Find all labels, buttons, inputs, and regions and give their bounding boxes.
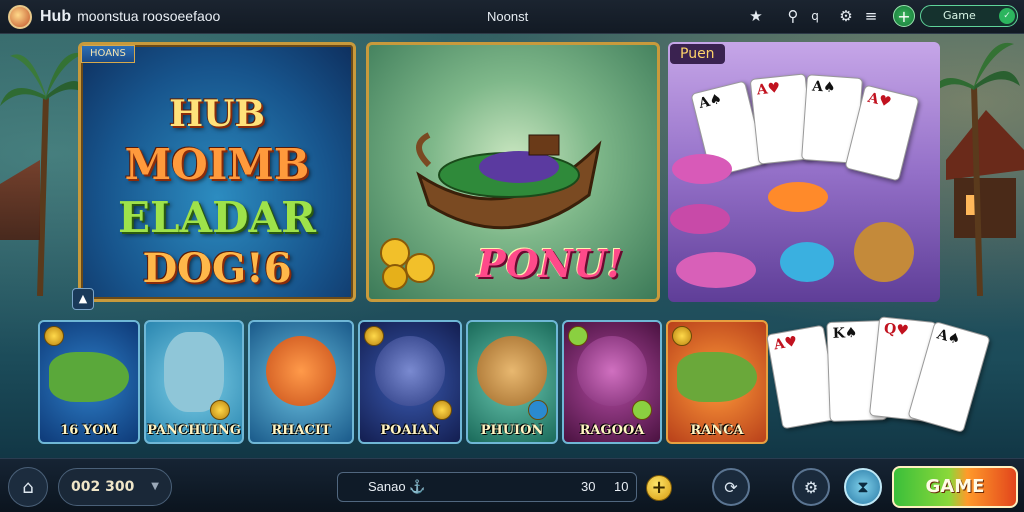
home-icon[interactable]: ⌂ [8,467,48,507]
game-tile-label: PANCHUING [147,423,241,438]
balance-value: 002 300 [71,479,135,495]
fish-icon [672,154,732,184]
chevron-down-icon: ▼ [151,481,159,492]
fish-icon [768,182,828,212]
fish-icon [677,352,757,402]
fish-icon [676,252,756,288]
fish-icon [780,242,834,282]
banner-line-4: DOG!6 [142,245,292,292]
cards-tag: Puen [670,44,725,64]
balance-select[interactable]: 002 300 ▼ [58,468,172,506]
page-title: Noonst [487,9,529,24]
menu-icon[interactable]: ≡ [860,5,882,27]
banner-line-1: HUB [169,93,265,135]
app-subtitle: moonstua roosoeefaoo [77,8,221,24]
featured-banner[interactable]: HOANS HUB MOIMB ELADAR DOG!6 [78,42,356,302]
game-tile-label: RAGOOA [579,423,645,438]
badge-icon [44,326,64,346]
game-toggle-label: Game [943,9,976,22]
coin-icon [210,400,230,420]
game-tile-label: RHACIT [271,423,331,438]
game-tile-label: RANCA [690,423,744,438]
cards-banner[interactable]: Puen A♠ A♥ A♠ A♥ [668,42,940,302]
gem-icon [528,400,548,420]
monster-icon [577,336,647,406]
search-bar[interactable]: Sanao ⚓ 30 10 [337,472,637,502]
stat-value-2: 10 [614,479,629,494]
collapse-icon[interactable]: ▲ [72,288,94,310]
boat-banner[interactable]: PONU! [366,42,660,302]
boat-illustration [416,132,602,230]
game-tile[interactable]: POAIAN [358,320,462,444]
badge-icon [672,326,692,346]
app-logo [8,5,32,29]
game-tile-label: 16 YOM [60,423,118,438]
palm-tree-left [0,52,90,296]
bear-icon [477,336,547,406]
search-icon[interactable]: ⚲ [782,5,804,27]
check-icon: ✓ [999,8,1015,24]
top-bar: Hub moonstua roosoeefaoo Noonst ★ ⚲ q ⚙ ≡… [0,0,1024,34]
featured-tag: HOANS [81,45,135,63]
game-tile[interactable]: RANCA [666,320,768,444]
gear-icon[interactable]: ⚙ [835,5,857,27]
add-coin-button[interactable]: + [646,475,672,501]
badge-icon [364,326,384,346]
robot-icon [375,336,445,406]
lion-icon [266,336,336,406]
banner-line-2: MOIMB [124,140,310,189]
game-tile-label: POAIAN [380,423,440,438]
game-button[interactable]: GAME [892,466,1018,508]
gold-coins [380,238,435,290]
app-title: Hub moonstua roosoeefaoo [40,8,220,26]
refresh-icon[interactable]: ⟳ [712,468,750,506]
star-icon[interactable]: ★ [745,5,767,27]
stat-value-1: 30 [581,479,596,494]
game-tile[interactable]: RHACIT [248,320,354,444]
banner-line-3: ELADAR [117,193,317,242]
game-toggle[interactable]: Game ✓ [920,5,1018,27]
settings-icon[interactable]: ⚙ [792,468,830,506]
boat-caption: PONU! [477,241,624,286]
game-tile[interactable]: 16 YOM [38,320,140,444]
plus-icon[interactable]: + [893,5,915,27]
coin-icon [432,400,452,420]
fish-icon [854,222,914,282]
badge-icon [568,326,588,346]
game-tile[interactable]: RAGOOA [562,320,662,444]
game-tile[interactable]: PANCHUING [144,320,244,444]
fish-icon [49,352,129,402]
bottom-bar: ⌂ 002 300 ▼ Sanao ⚓ 30 10 + ⟳ ⚙ ⧗ GAME [0,458,1024,512]
notification-icon[interactable]: q [804,5,826,27]
palm-tree-right [930,42,1020,296]
game-tile[interactable]: PHUION [466,320,558,444]
app-name: Hub [40,8,72,25]
game-tile-label: PHUION [480,423,544,438]
card-fan: A♥ K♠ Q♥ A♠ [766,315,1000,445]
hourglass-icon[interactable]: ⧗ [844,468,882,506]
search-label: Sanao ⚓ [368,479,426,494]
gem-icon [632,400,652,420]
fish-icon [670,204,730,234]
